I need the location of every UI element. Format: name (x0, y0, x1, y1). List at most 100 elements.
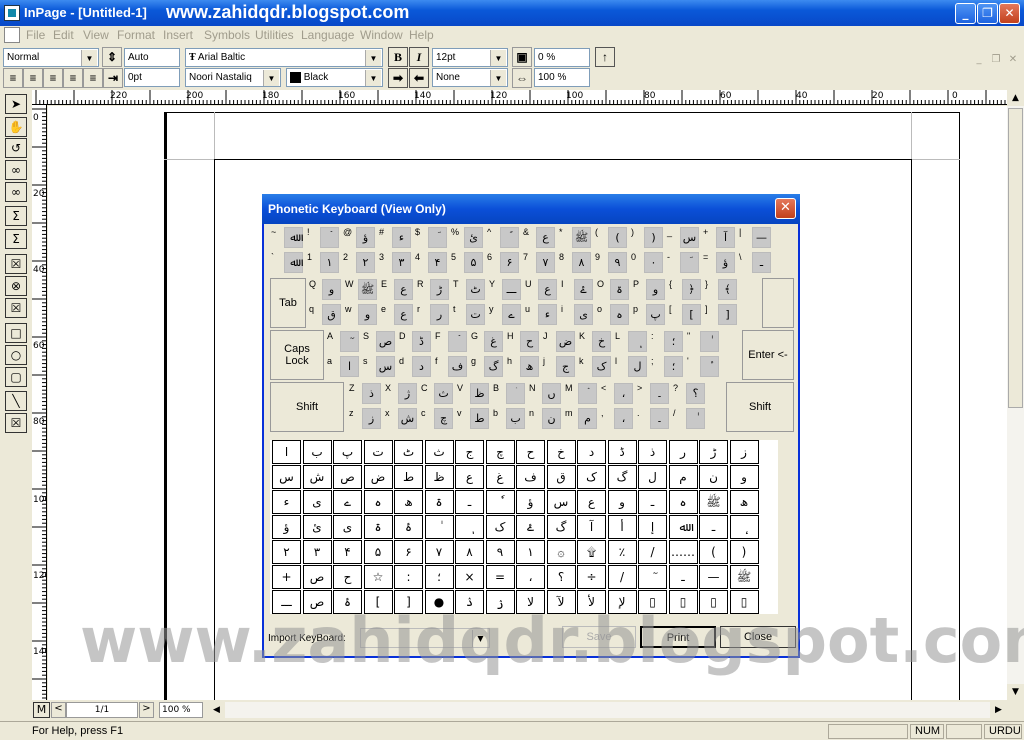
character-cell[interactable]: ☆ (363, 565, 393, 589)
character-cell[interactable]: آ (577, 515, 606, 539)
page-indicator[interactable]: 1/1 (66, 702, 138, 718)
oval-picture-tool-icon[interactable]: ⊗ (5, 276, 27, 296)
text-box-tool-icon[interactable]: Σ (5, 206, 27, 226)
character-cell[interactable]: ک (577, 465, 606, 489)
character-cell[interactable]: ۃ (363, 515, 393, 539)
menu-window[interactable]: Window (360, 28, 403, 42)
character-cell[interactable]: ﷺ (729, 565, 759, 589)
character-cell[interactable]: ٪ (607, 540, 637, 564)
line-tool-icon[interactable]: ╲ (5, 391, 27, 411)
character-cell[interactable]: ۳ (302, 540, 332, 564)
character-cell[interactable]: لا (516, 590, 545, 614)
character-cell[interactable]: ھ (394, 490, 423, 514)
minimize-button[interactable]: _ (955, 3, 976, 24)
horizontal-scrollbar[interactable]: ◀ ▶ (208, 702, 1007, 718)
menu-insert[interactable]: Insert (163, 28, 193, 42)
character-cell[interactable]: س (272, 465, 301, 489)
scroll-thumb[interactable] (1008, 108, 1023, 408)
character-cell[interactable]: ز (729, 440, 759, 464)
character-cell[interactable]: ـ (699, 515, 728, 539)
character-cell[interactable]: ۂ (333, 590, 362, 614)
italic-button[interactable]: I (409, 47, 429, 67)
document-icon[interactable] (4, 27, 20, 43)
master-page-button[interactable]: M (33, 702, 50, 718)
text-frame-tool-icon[interactable]: Σ (5, 229, 27, 249)
menu-symbols[interactable]: Symbols (204, 28, 250, 42)
character-cell[interactable]: ؤ (516, 490, 545, 514)
character-cell[interactable]: ۂ (394, 515, 423, 539)
character-cell[interactable]: ـ (455, 490, 484, 514)
character-cell[interactable]: م (668, 465, 698, 489)
vertical-ruler[interactable]: 0 20 40 60 80 100 120 140 (32, 105, 47, 700)
character-cell[interactable]: ▯ (638, 590, 667, 614)
character-cell[interactable]: ش (302, 465, 332, 489)
character-cell[interactable]: ح (333, 565, 362, 589)
character-cell[interactable]: ٗ (485, 490, 515, 514)
character-cell[interactable]: ہ (363, 490, 393, 514)
vertical-scrollbar[interactable]: ▲ ▼ (1007, 90, 1024, 700)
character-cell[interactable]: ۷ (424, 540, 454, 564)
menu-language[interactable]: Language (301, 28, 354, 42)
character-cell[interactable]: ت (363, 440, 393, 464)
character-cell[interactable]: ؟ (546, 565, 576, 589)
character-cell[interactable]: ڑ (699, 440, 728, 464)
character-cell[interactable]: ۶ (394, 540, 423, 564)
pointer-tool-icon[interactable]: ➤ (5, 94, 27, 114)
ellipse-tool-icon[interactable]: ○ (5, 345, 27, 365)
unlink-tool-icon[interactable]: ∞ (5, 182, 27, 202)
character-cell[interactable]: ▯ (729, 590, 759, 614)
character-cell[interactable]: ▯ (699, 590, 728, 614)
character-cell[interactable]: ۴ (333, 540, 362, 564)
character-cell[interactable]: و (729, 465, 759, 489)
character-cell[interactable]: ۱ (516, 540, 545, 564)
character-cell[interactable]: ۃ (424, 490, 454, 514)
color-select[interactable]: Black ▼ (286, 68, 383, 87)
character-cell[interactable]: ع (455, 465, 484, 489)
character-cell[interactable]: ذ (638, 440, 667, 464)
rounded-picture-tool-icon[interactable]: ☒ (5, 298, 27, 318)
tracking-field[interactable]: 0 % (534, 48, 590, 67)
justify-icon[interactable]: ≡ (63, 68, 83, 88)
character-cell[interactable]: × (455, 565, 484, 589)
indent-icon[interactable]: ⇥ (103, 68, 123, 88)
menu-help[interactable]: Help (409, 28, 434, 42)
character-cell[interactable]: ۮ (455, 590, 484, 614)
superscript-icon[interactable]: ↑ (595, 47, 615, 67)
character-cell[interactable]: ء (272, 490, 301, 514)
character-cell[interactable]: ی (333, 515, 362, 539)
character-cell[interactable]: ڈ (607, 440, 637, 464)
character-cell[interactable]: ا (272, 440, 301, 464)
character-cell[interactable]: / (607, 565, 637, 589)
leading-icon[interactable]: ⇕ (102, 47, 122, 67)
character-cell[interactable]: ÷ (577, 565, 606, 589)
scale-field[interactable]: 100 % (534, 68, 590, 87)
tracking-icon[interactable]: ▣ (512, 47, 532, 67)
character-cell[interactable]: ص (302, 590, 332, 614)
menu-file[interactable]: File (26, 28, 45, 42)
character-cell[interactable]: ظ (424, 465, 454, 489)
character-cell[interactable]: ـ (668, 565, 698, 589)
character-cell[interactable]: ر (668, 440, 698, 464)
rotate-tool-icon[interactable]: ↺ (5, 138, 27, 158)
character-cell[interactable]: = (485, 565, 515, 589)
character-cell[interactable]: ▯ (668, 590, 698, 614)
character-cell[interactable]: ﷲ (668, 515, 698, 539)
align-right-icon[interactable]: ≡ (23, 68, 43, 88)
zoom-field[interactable]: 100 % (159, 702, 203, 718)
character-cell[interactable]: إ (638, 515, 667, 539)
character-cell[interactable]: أ (607, 515, 637, 539)
menu-format[interactable]: Format (117, 28, 155, 42)
print-button[interactable]: Print (640, 626, 716, 648)
character-cell[interactable]: پ (333, 440, 362, 464)
scroll-left-icon[interactable]: ◀ (208, 702, 225, 718)
save-button[interactable]: Save (562, 626, 636, 648)
character-cell[interactable]: ● (424, 590, 454, 614)
character-cell[interactable]: ک (485, 515, 515, 539)
character-cell[interactable]: و (607, 490, 637, 514)
character-cell[interactable]: ـــ (272, 590, 301, 614)
next-page-icon[interactable]: > (139, 702, 154, 718)
scroll-right-icon[interactable]: ▶ (990, 702, 1007, 718)
character-cell[interactable]: ] (394, 590, 423, 614)
prev-page-icon[interactable]: < (51, 702, 66, 718)
character-cell[interactable]: ۞ (546, 540, 576, 564)
